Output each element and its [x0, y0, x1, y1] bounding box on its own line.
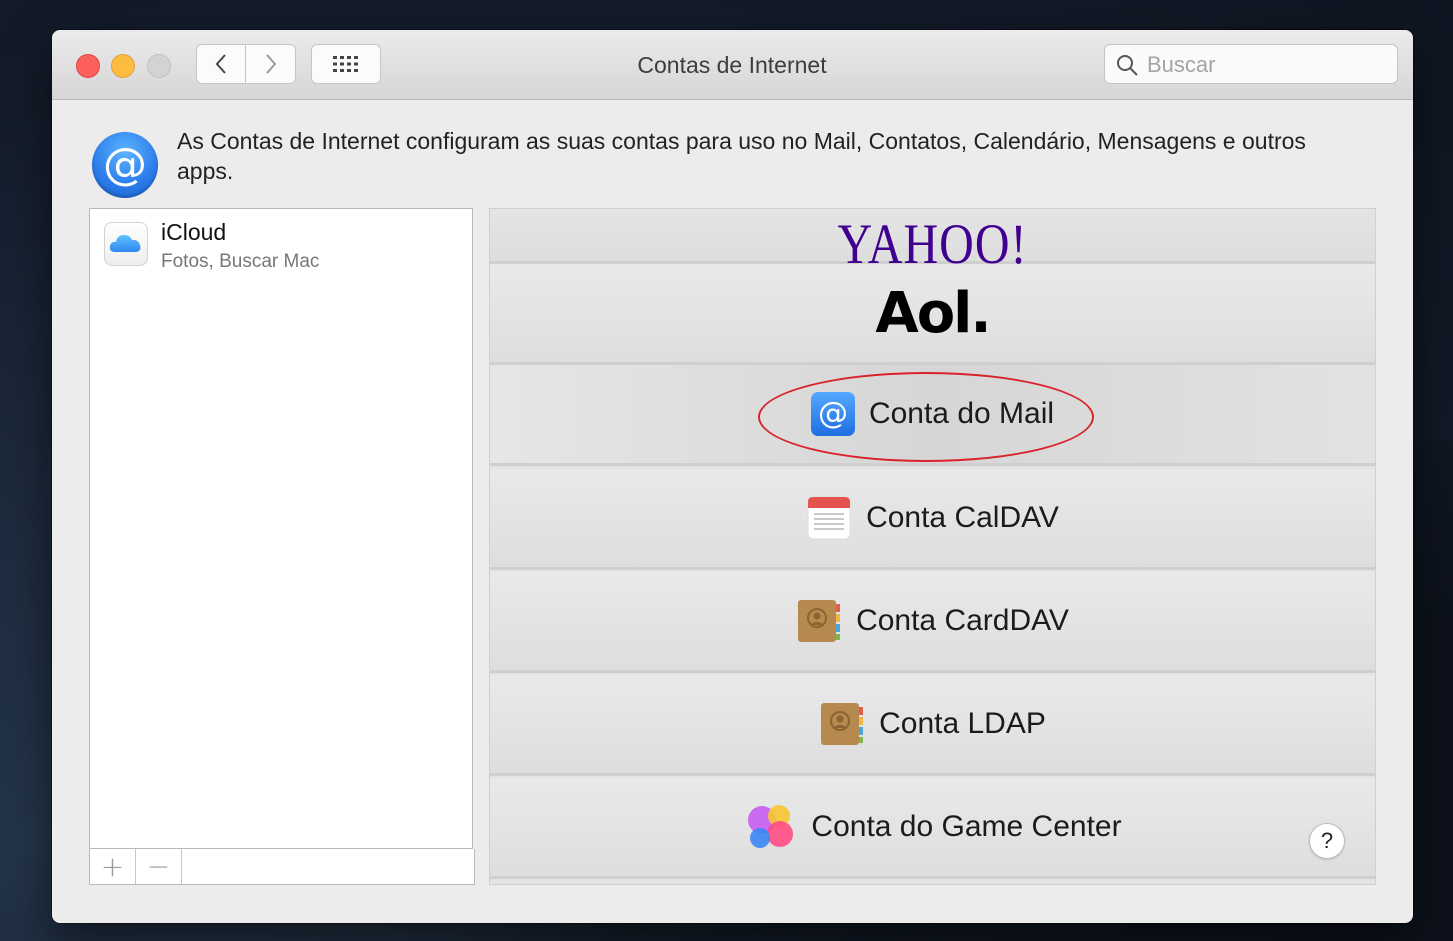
provider-yahoo[interactable]: YAHOO!: [490, 209, 1375, 276]
internet-accounts-at-icon: @: [92, 132, 158, 198]
back-button[interactable]: [196, 44, 246, 84]
icloud-icon: [104, 222, 148, 266]
contacts-icon: [798, 600, 841, 642]
system-preferences-window: Contas de Internet @ As Contas de Intern…: [52, 30, 1413, 923]
search-field[interactable]: [1104, 44, 1398, 84]
accounts-list[interactable]: iCloud Fotos, Buscar Mac: [89, 208, 473, 849]
chevron-left-icon: [215, 54, 226, 74]
provider-label: Conta LDAP: [879, 707, 1046, 740]
account-providers-list[interactable]: YAHOO! Aol. @ Conta do Mail Conta CalDAV: [489, 208, 1376, 885]
forward-button[interactable]: [246, 44, 296, 84]
remove-account-button[interactable]: −: [136, 849, 182, 884]
pane-description: As Contas de Internet configuram as suas…: [177, 128, 1306, 184]
close-window-button[interactable]: [76, 54, 100, 78]
chevron-right-icon: [265, 54, 276, 74]
provider-label: Conta CalDAV: [866, 501, 1059, 534]
account-row-icloud[interactable]: iCloud Fotos, Buscar Mac: [90, 209, 472, 281]
show-all-button[interactable]: [311, 44, 381, 84]
provider-ldap[interactable]: Conta LDAP: [490, 675, 1375, 776]
account-name: iCloud: [161, 219, 227, 245]
contacts-icon: [821, 703, 864, 745]
grid-icon: [333, 56, 358, 72]
provider-aol[interactable]: Aol.: [490, 264, 1375, 365]
game-center-icon: [748, 805, 794, 848]
calendar-icon: [807, 496, 851, 540]
provider-carddav[interactable]: Conta CardDAV: [490, 572, 1375, 673]
help-button[interactable]: ?: [1309, 823, 1345, 859]
account-services: Fotos, Buscar Mac: [161, 251, 320, 272]
highlight-annotation: [758, 372, 1094, 462]
window-title: Contas de Internet: [637, 52, 827, 78]
provider-game-center[interactable]: Conta do Game Center: [490, 778, 1375, 879]
provider-label: Conta CardDAV: [856, 604, 1069, 637]
zoom-window-button[interactable]: [147, 54, 171, 78]
accounts-list-toolbar: + −: [89, 849, 475, 885]
search-input[interactable]: [1145, 49, 1389, 81]
provider-label: Conta do Game Center: [811, 810, 1122, 843]
search-icon: [1117, 55, 1138, 76]
add-account-button[interactable]: +: [90, 849, 136, 884]
minimize-window-button[interactable]: [111, 54, 135, 78]
titlebar: Contas de Internet: [52, 30, 1413, 100]
aol-logo: Aol.: [875, 280, 991, 346]
provider-caldav[interactable]: Conta CalDAV: [490, 469, 1375, 570]
